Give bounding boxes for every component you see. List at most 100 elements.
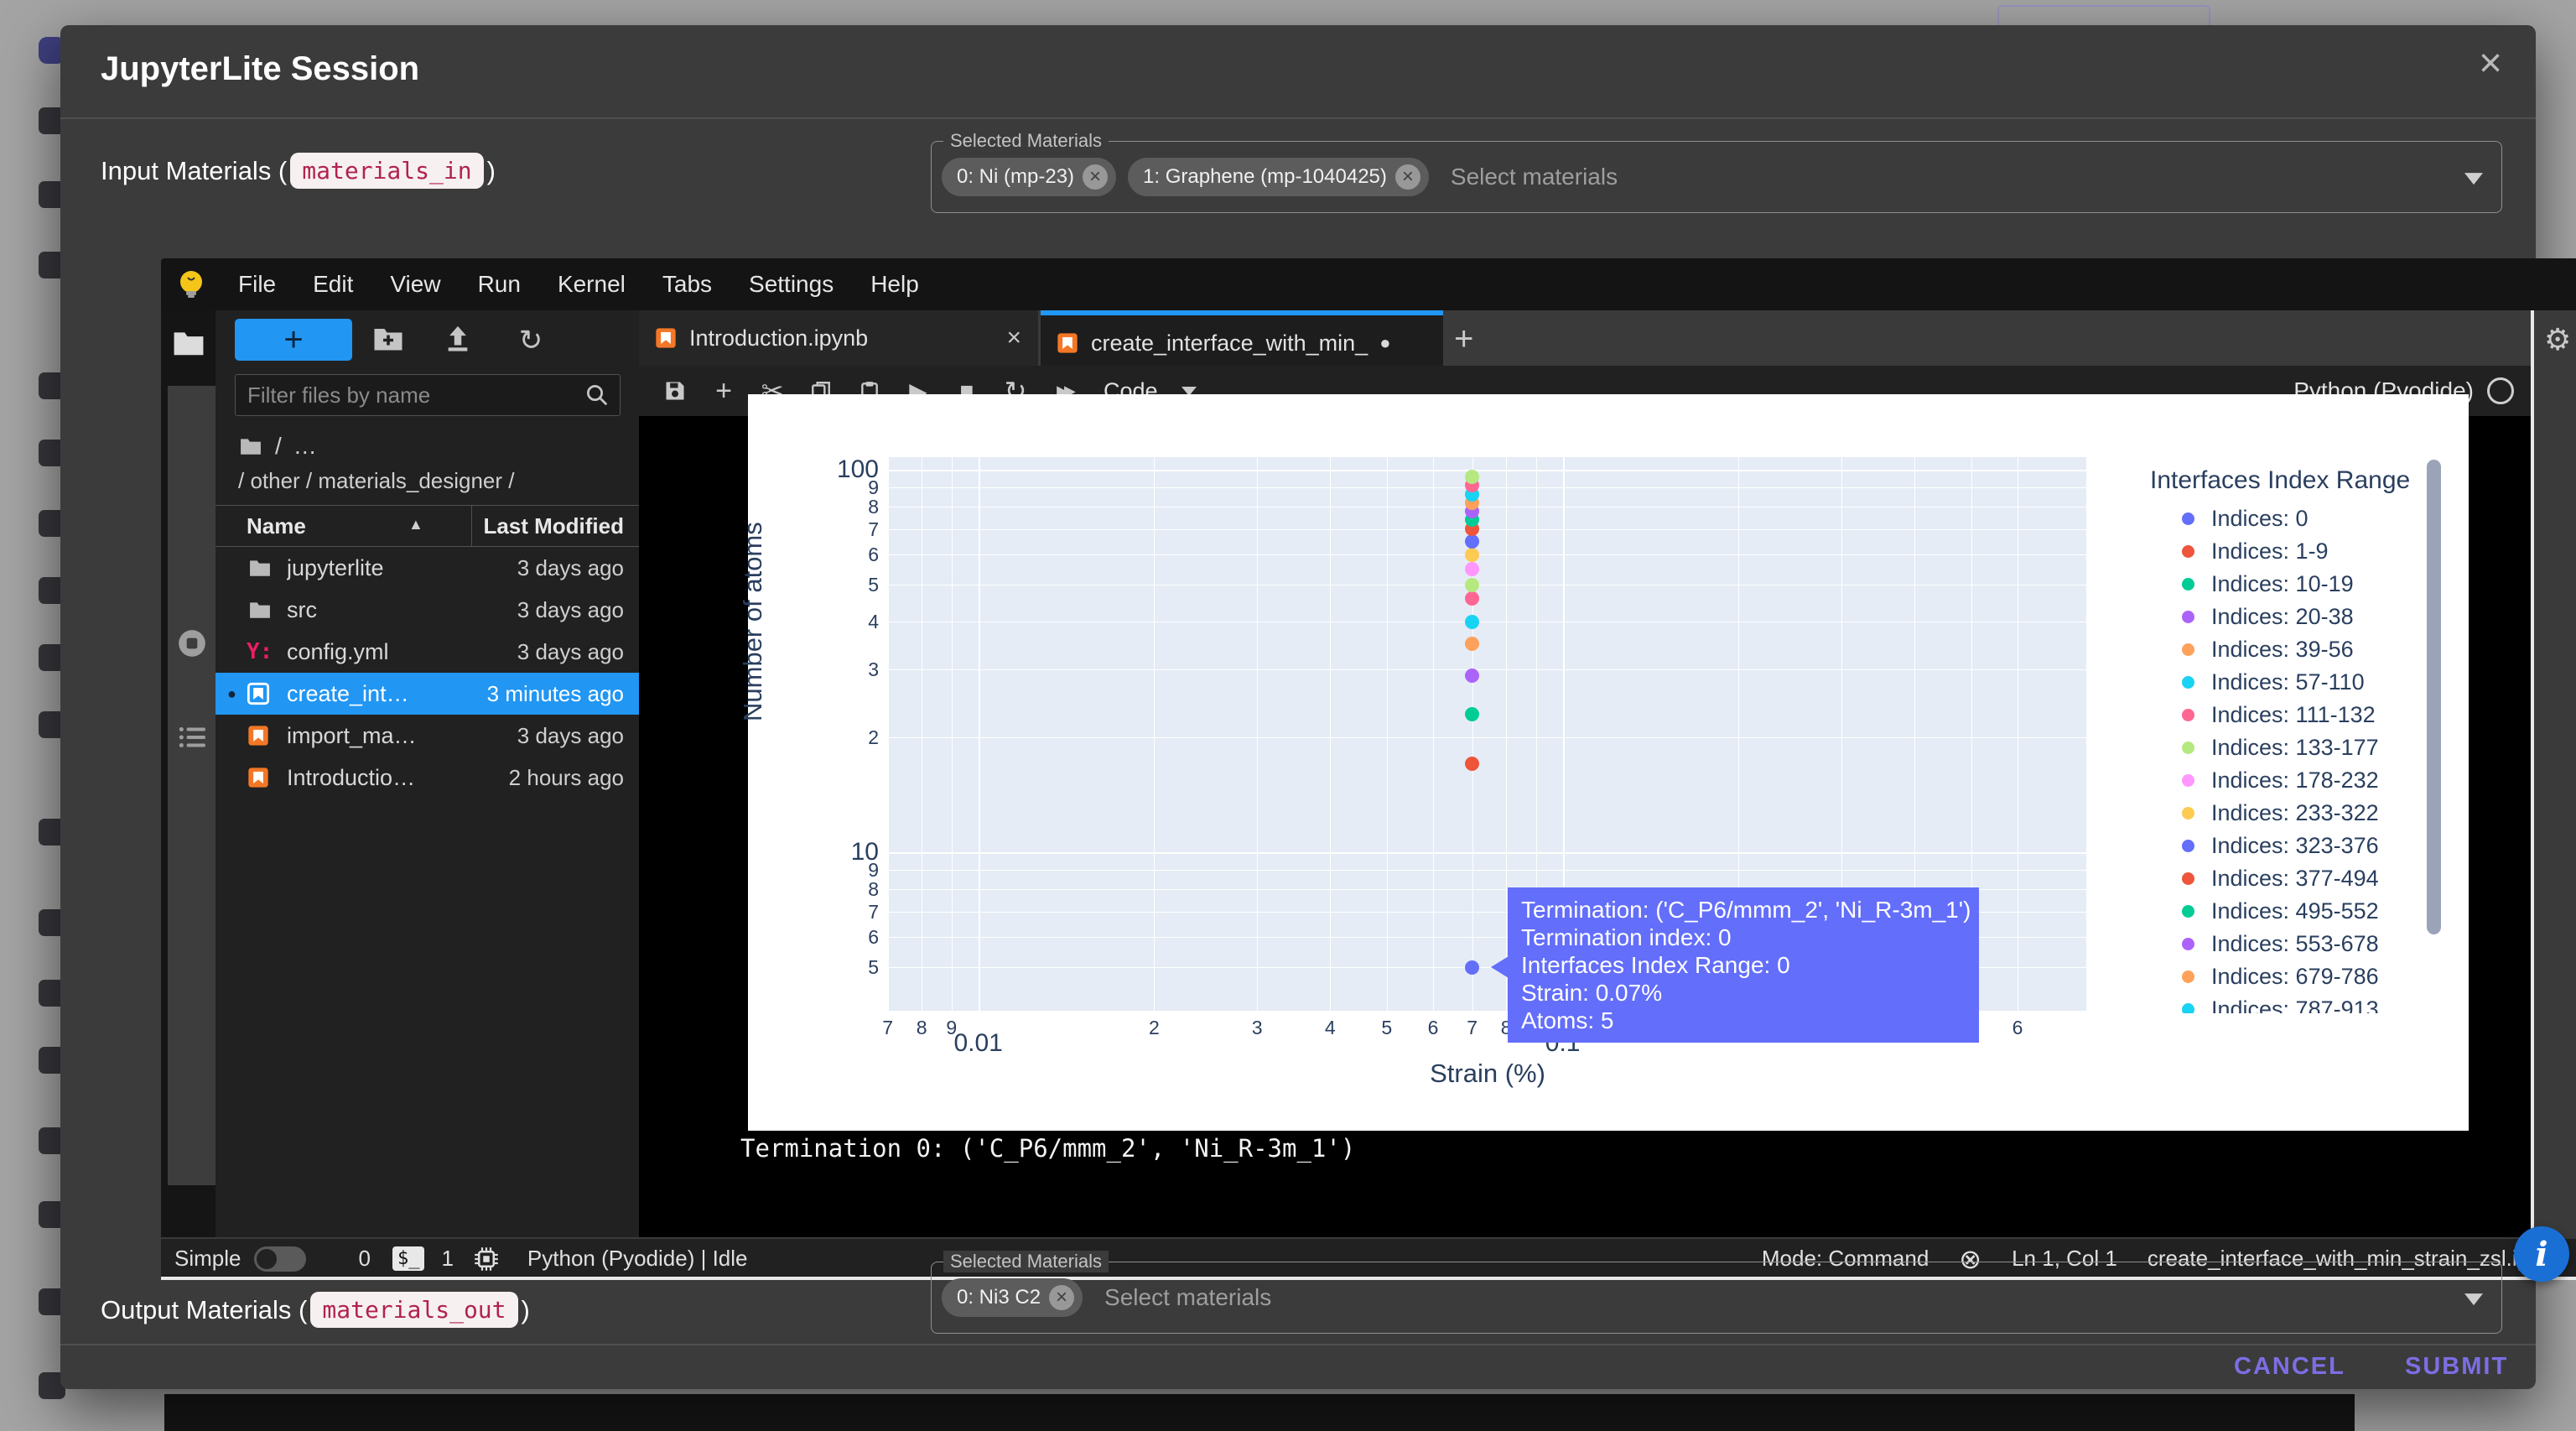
legend-entry[interactable]: Indices: 495-552 (2143, 896, 2379, 926)
select-placeholder[interactable]: Select materials (1451, 164, 1618, 190)
chevron-down-icon[interactable] (2464, 1293, 2483, 1305)
scatter-point[interactable] (1465, 578, 1479, 592)
scatter-point[interactable] (1465, 534, 1479, 549)
material-chip[interactable]: 0: Ni3 C2× (942, 1278, 1083, 1317)
breadcrumb-ellipsis[interactable]: … (293, 433, 317, 460)
kernels-count[interactable]: 0 (358, 1246, 370, 1272)
file-browser-icon[interactable] (173, 327, 205, 359)
close-tab-icon[interactable]: × (1006, 324, 1021, 352)
breadcrumb-path[interactable]: / other / materials_designer / (238, 468, 515, 494)
legend-entry[interactable]: Indices: 57-110 (2143, 667, 2365, 697)
legend-entry[interactable]: Indices: 1-9 (2143, 536, 2329, 566)
file-row-jupyterlite[interactable]: jupyterlite3 days ago (216, 547, 639, 589)
scatter-point[interactable] (1465, 707, 1479, 721)
jupyter-menubar: FileEditViewRunKernelTabsSettingsHelp (161, 258, 2576, 310)
table-of-contents-icon[interactable] (176, 721, 208, 753)
output-materials-select[interactable]: Selected Materials 0: Ni3 C2×Select mate… (931, 1262, 2502, 1334)
sort-asc-icon[interactable]: ▲ (408, 516, 423, 533)
cancel-button[interactable]: CANCEL (2229, 1352, 2350, 1382)
gear-icon[interactable]: ⚙ (2544, 322, 2571, 357)
legend-scrollbar[interactable] (2427, 460, 2441, 934)
tab-introduction[interactable]: Introduction.ipynb × (639, 310, 1038, 366)
x-axis-title: Strain (%) (1430, 1059, 1545, 1089)
menu-edit[interactable]: Edit (294, 271, 371, 298)
scatter-point[interactable] (1465, 470, 1479, 484)
legend-dot-icon (2182, 807, 2194, 820)
legend-entry[interactable]: Indices: 133-177 (2143, 732, 2379, 762)
file-filter-box[interactable] (235, 374, 621, 416)
y-gridline (889, 529, 2086, 530)
legend-entry[interactable]: Indices: 20-38 (2143, 601, 2354, 632)
scatter-point[interactable] (1465, 669, 1479, 683)
folder-icon (247, 557, 275, 579)
insert-cell-icon[interactable]: + (699, 375, 748, 408)
new-folder-icon[interactable] (373, 324, 407, 357)
chevron-down-icon[interactable] (2464, 173, 2483, 185)
home-folder-icon[interactable] (238, 435, 263, 457)
material-chip[interactable]: 0: Ni (mp-23)× (942, 158, 1116, 196)
legend-entry[interactable]: Indices: 233-322 (2143, 798, 2379, 828)
remove-chip-icon[interactable]: × (1049, 1285, 1074, 1310)
menu-settings[interactable]: Settings (730, 271, 852, 298)
legend-entry[interactable]: Indices: 377-494 (2143, 863, 2379, 893)
scatter-point[interactable] (1465, 960, 1479, 975)
menu-view[interactable]: View (371, 271, 459, 298)
select-placeholder[interactable]: Select materials (1104, 1284, 1271, 1311)
x-tick-label: 2 (1149, 1017, 1160, 1039)
legend-entry[interactable]: Indices: 553-678 (2143, 929, 2379, 959)
running-kernels-icon[interactable] (176, 627, 208, 659)
terminals-count[interactable]: 1 (441, 1246, 453, 1272)
kernel-status-text[interactable]: Python (Pyodide) | Idle (527, 1246, 748, 1272)
column-last-modified[interactable]: Last Modified (483, 513, 624, 539)
legend-entry[interactable]: Indices: 323-376 (2143, 830, 2379, 861)
legend-dot-icon (2182, 905, 2194, 918)
legend-entry[interactable]: Indices: 39-56 (2143, 634, 2354, 664)
close-icon[interactable]: × (2479, 44, 2502, 84)
file-row-import-ma-[interactable]: import_ma…3 days ago (216, 715, 639, 757)
legend-entry[interactable]: Indices: 178-232 (2143, 765, 2379, 795)
add-tab-icon[interactable]: + (1454, 320, 1473, 358)
refresh-icon[interactable]: ↻ (514, 324, 548, 357)
tooltip-line: Interfaces Index Range: 0 (1521, 951, 1966, 979)
file-row-introductio-[interactable]: Introductio…2 hours ago (216, 757, 639, 799)
menu-file[interactable]: File (220, 271, 294, 298)
new-launcher-button[interactable]: + (235, 319, 352, 361)
remove-chip-icon[interactable]: × (1083, 164, 1108, 190)
upload-icon[interactable] (444, 324, 477, 357)
legend-entry[interactable]: Indices: 679-786 (2143, 961, 2379, 991)
menu-tabs[interactable]: Tabs (644, 271, 730, 298)
scatter-point[interactable] (1465, 615, 1479, 629)
legend-entry[interactable]: Indices: 10-19 (2143, 569, 2354, 599)
kernel-idle-circle-icon (2487, 377, 2514, 404)
column-name[interactable]: Name (247, 513, 306, 539)
submit-button[interactable]: SUBMIT (2400, 1352, 2513, 1382)
tab-create-interface[interactable]: create_interface_with_min_ ● (1041, 310, 1443, 371)
y-tick-label: 3 (828, 658, 879, 681)
legend-entry[interactable]: Indices: 787-913 (2143, 994, 2379, 1013)
breadcrumb[interactable]: / … (238, 433, 317, 460)
menu-kernel[interactable]: Kernel (539, 271, 644, 298)
legend-entry[interactable]: Indices: 111-132 (2143, 700, 2376, 730)
remove-chip-icon[interactable]: × (1395, 164, 1420, 190)
menu-help[interactable]: Help (852, 271, 937, 298)
file-row-config-yml[interactable]: Y:config.yml3 days ago (216, 631, 639, 673)
input-materials-select[interactable]: Selected Materials 0: Ni (mp-23)×1: Grap… (931, 141, 2502, 213)
legend-entry[interactable]: Indices: 0 (2143, 503, 2309, 533)
legend-dot-icon (2182, 709, 2194, 721)
legend-dot-icon (2182, 774, 2194, 787)
simple-mode-toggle[interactable] (254, 1246, 306, 1272)
file-row-create-int-[interactable]: ●create_int…3 minutes ago (216, 673, 639, 715)
cpu-chip-icon[interactable] (474, 1246, 499, 1272)
material-chip[interactable]: 1: Graphene (mp-1040425)× (1128, 158, 1429, 196)
file-filter-input[interactable] (236, 382, 584, 408)
tooltip-line: Termination index: 0 (1521, 924, 1966, 951)
info-button[interactable]: i (2514, 1226, 2569, 1282)
menu-run[interactable]: Run (460, 271, 539, 298)
background-bottom-panel (164, 1394, 2355, 1431)
terminal-icon[interactable]: $_ (392, 1246, 425, 1271)
file-row-src[interactable]: src3 days ago (216, 589, 639, 631)
save-icon[interactable] (651, 379, 699, 403)
folder-icon (247, 599, 275, 621)
scatter-point[interactable] (1465, 548, 1479, 562)
scatter-point[interactable] (1465, 562, 1479, 576)
